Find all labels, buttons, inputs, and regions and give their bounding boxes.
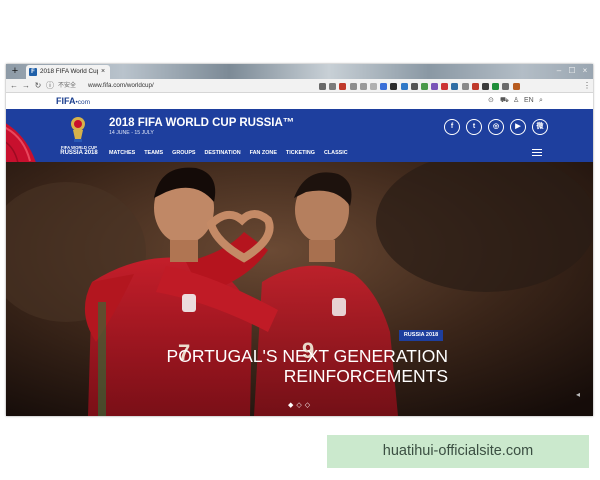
extension-icon[interactable] [431, 82, 439, 90]
extension-icon[interactable] [441, 82, 449, 90]
fifa-logo[interactable]: FIFA•com [56, 95, 90, 109]
tournament-dates: 14 JUNE - 15 JULY [109, 130, 154, 136]
extension-icon[interactable] [369, 82, 377, 90]
extension-icon[interactable] [461, 82, 469, 90]
active-tab[interactable]: F 2018 FIFA World Cup R × [26, 65, 110, 79]
extension-icon[interactable] [482, 82, 489, 90]
world-cup-header: FIFA WORLD CUP RUSSIA 2018 2018 FIFA WOR… [6, 109, 593, 162]
cart-icon[interactable]: ⛟ [500, 96, 509, 106]
extension-icon[interactable] [339, 82, 347, 90]
search-icon[interactable]: ⌕ [539, 96, 543, 106]
maximize-button[interactable]: ☐ [567, 66, 577, 76]
extension-icon[interactable] [390, 82, 398, 90]
category-badge[interactable]: RUSSIA 2018 [399, 330, 443, 341]
tab-close-icon[interactable]: × [101, 67, 105, 77]
social-links: f t ◎ ▶ 微 [444, 119, 548, 135]
info-icon[interactable]: ⓘ [45, 81, 55, 91]
forward-arrow-icon[interactable]: → [21, 81, 31, 91]
nav-destination[interactable]: DESTINATION [205, 149, 241, 157]
reload-icon[interactable]: ↻ [33, 81, 43, 91]
extension-icon[interactable] [492, 82, 500, 90]
instagram-icon[interactable]: ◎ [488, 119, 504, 135]
youtube-icon[interactable]: ▶ [510, 119, 526, 135]
address-bar-row: ← → ↻ ⓘ 不安全 www.fifa.com/worldcup/ ⋮ [6, 79, 593, 93]
extension-icon[interactable] [471, 82, 479, 90]
carousel-dot[interactable]: ◇ [305, 402, 310, 410]
extension-icon[interactable] [319, 82, 326, 90]
extension-icon[interactable] [349, 82, 357, 90]
extension-icon[interactable] [512, 82, 520, 90]
browser-menu-icon[interactable]: ⋮ [582, 81, 592, 91]
hero-headline-line1[interactable]: PORTUGAL'S NEXT GENERATION [166, 346, 448, 366]
watermark-banner: huatihui-officialsite.com [327, 435, 589, 468]
fifa-top-bar: FIFA•com ⊙ ⛟ ♙ EN ⌕ [6, 93, 593, 109]
twitter-icon[interactable]: t [466, 119, 482, 135]
user-icon[interactable]: ♙ [513, 96, 519, 106]
hero-headline-line2[interactable]: REINFORCEMENTS [166, 366, 448, 386]
nav-teams[interactable]: TEAMS [144, 149, 163, 157]
nav-classic[interactable]: CLASSIC [324, 149, 348, 157]
extension-icon[interactable] [410, 82, 418, 90]
carousel-prev-icon[interactable]: ◂ [576, 390, 580, 399]
extension-icon[interactable] [400, 82, 408, 90]
page-title[interactable]: 2018 FIFA WORLD CUP RUSSIA™ [109, 116, 294, 130]
new-tab-button[interactable]: + [9, 66, 21, 77]
main-nav: MATCHES TEAMS GROUPS DESTINATION FAN ZON… [109, 149, 348, 157]
extension-icon[interactable] [380, 82, 388, 90]
hero-banner[interactable]: 9 7 RUSSIA 2018 PORTUGAL'S NEXT GENERATI… [6, 162, 593, 416]
emblem-year: RUSSIA 2018 [60, 150, 98, 156]
fifa-favicon-icon: F [29, 68, 37, 76]
tab-strip: + F 2018 FIFA World Cup R × – ☐ × [6, 64, 593, 79]
language-selector[interactable]: EN [524, 96, 534, 106]
extension-icon[interactable] [420, 82, 428, 90]
globe-icon[interactable]: ⊙ [488, 96, 494, 106]
extension-icon[interactable] [502, 82, 510, 90]
facebook-icon[interactable]: f [444, 119, 460, 135]
nav-ticketing[interactable]: TICKETING [286, 149, 315, 157]
nav-fan-zone[interactable]: FAN ZONE [250, 149, 277, 157]
extension-icon[interactable] [359, 82, 367, 90]
world-cup-trophy-icon[interactable] [68, 117, 88, 143]
extension-icons [319, 82, 589, 90]
carousel-dot[interactable]: ◇ [296, 402, 301, 410]
minimize-button[interactable]: – [554, 66, 564, 76]
tab-title: 2018 FIFA World Cup R [40, 68, 98, 75]
weibo-icon[interactable]: 微 [532, 119, 548, 135]
extension-icon[interactable] [451, 82, 459, 90]
close-window-button[interactable]: × [580, 66, 590, 76]
extension-icon[interactable] [329, 82, 337, 90]
screenshot-stage: + F 2018 FIFA World Cup R × – ☐ × ← → ↻ … [0, 0, 600, 480]
nav-groups[interactable]: GROUPS [172, 149, 195, 157]
carousel-dot-active[interactable]: ◆ [288, 402, 293, 410]
browser-window: + F 2018 FIFA World Cup R × – ☐ × ← → ↻ … [6, 64, 593, 416]
url-field[interactable]: www.fifa.com/worldcup/ [88, 81, 154, 91]
carousel-dots: ◆ ◇ ◇ [288, 402, 310, 410]
watermark-text: huatihui-officialsite.com [382, 443, 534, 459]
hamburger-menu-icon[interactable] [532, 149, 542, 156]
red-swoosh-decoration [6, 123, 36, 162]
security-label: 不安全 [58, 83, 77, 89]
back-arrow-icon[interactable]: ← [9, 81, 19, 91]
nav-matches[interactable]: MATCHES [109, 149, 135, 157]
